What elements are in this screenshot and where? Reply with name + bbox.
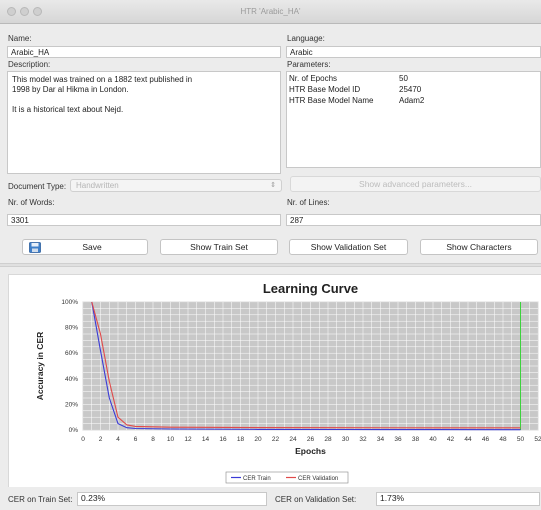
- x-tick-label: 8: [151, 436, 155, 443]
- name-label: Name:: [8, 34, 32, 43]
- x-tick-label: 20: [254, 436, 262, 443]
- x-tick-label: 44: [464, 436, 472, 443]
- cer-train-label: CER on Train Set:: [8, 495, 73, 504]
- show-validation-set-button[interactable]: Show Validation Set: [289, 239, 408, 255]
- panel-divider[interactable]: [0, 263, 541, 267]
- save-button[interactable]: Save: [22, 239, 148, 255]
- words-label: Nr. of Words:: [8, 198, 55, 207]
- x-tick-label: 28: [324, 436, 332, 443]
- y-tick-label: 100%: [61, 299, 78, 306]
- y-tick-label: 40%: [65, 376, 78, 383]
- parameters-box: Nr. of Epochs 50 HTR Base Model ID 25470 HTR…: [286, 71, 541, 168]
- cer-validation-label: CER on Validation Set:: [275, 495, 357, 504]
- parameter-key: HTR Base Model ID: [289, 85, 361, 94]
- parameter-value: 50: [399, 74, 408, 83]
- x-tick-label: 52: [534, 436, 541, 443]
- legend-label: CER Train: [243, 476, 271, 482]
- x-tick-label: 2: [99, 436, 103, 443]
- learning-curve-panel: 0 2 4 6 8 10 12 14 16 18 20 22 24 26 28 30 32 34 36 38 40 42 4…: [8, 274, 541, 487]
- x-tick-label: 36: [394, 436, 402, 443]
- window-title: HTR 'Arabic_HA': [240, 7, 301, 16]
- parameter-value: Adam2: [399, 96, 425, 105]
- x-tick-label: 0: [81, 436, 85, 443]
- x-tick-label: 34: [377, 436, 385, 443]
- x-axis-label: Epochs: [295, 446, 326, 456]
- parameter-key: HTR Base Model Name: [289, 96, 374, 105]
- parameter-value: 25470: [399, 85, 422, 94]
- x-tick-label: 46: [482, 436, 490, 443]
- up-down-chevron-icon: ⇕: [270, 182, 276, 189]
- x-tick-label: 16: [219, 436, 227, 443]
- x-tick-label: 12: [184, 436, 192, 443]
- words-field[interactable]: 3301: [7, 214, 281, 226]
- htr-model-window: HTR 'Arabic_HA' Name: Arabic_HA Descript…: [0, 0, 541, 510]
- chart-title: Learning Curve: [263, 281, 358, 296]
- description-textarea[interactable]: This model was trained on a 1882 text pu…: [7, 71, 281, 174]
- x-tick-label: 14: [202, 436, 210, 443]
- learning-curve-chart: 0 2 4 6 8 10 12 14 16 18 20 22 24 26 28 30 32 34 36 38 40 42 4…: [35, 281, 541, 484]
- lines-label: Nr. of Lines:: [287, 198, 330, 207]
- x-tick-label: 18: [237, 436, 245, 443]
- x-tick-label: 40: [429, 436, 437, 443]
- x-tick-label: 4: [116, 436, 120, 443]
- y-tick-label: 80%: [65, 325, 78, 332]
- name-field[interactable]: Arabic_HA: [7, 46, 281, 58]
- x-tick-label: 26: [307, 436, 315, 443]
- lines-field[interactable]: 287: [286, 214, 541, 226]
- y-tick-label: 0%: [69, 427, 79, 434]
- y-tick-label: 60%: [65, 350, 78, 357]
- legend-label: CER Validation: [298, 476, 338, 482]
- document-type-value: Handwritten: [76, 181, 119, 190]
- language-label: Language:: [287, 34, 325, 43]
- title-bar: HTR 'Arabic_HA': [0, 0, 541, 24]
- cer-validation-field[interactable]: 1.73%: [376, 492, 540, 506]
- description-label: Description:: [8, 60, 51, 69]
- y-tick-label: 20%: [65, 401, 78, 408]
- show-characters-button[interactable]: Show Characters: [420, 239, 538, 255]
- x-tick-label: 48: [499, 436, 507, 443]
- parameter-key: Nr. of Epochs: [289, 74, 338, 83]
- x-tick-label: 24: [289, 436, 297, 443]
- x-tick-label: 32: [359, 436, 367, 443]
- language-field[interactable]: Arabic: [286, 46, 541, 58]
- x-tick-label: 50: [517, 436, 525, 443]
- document-type-select[interactable]: Handwritten ⇕: [70, 179, 282, 192]
- cer-train-field[interactable]: 0.23%: [77, 492, 267, 506]
- x-tick-label: 30: [342, 436, 350, 443]
- x-tick-label: 38: [412, 436, 420, 443]
- save-button-label: Save: [82, 242, 102, 252]
- y-axis-label: Accuracy in CER: [35, 332, 45, 401]
- show-advanced-parameters-button[interactable]: Show advanced parameters...: [290, 176, 541, 192]
- x-tick-label: 6: [134, 436, 138, 443]
- x-tick-label: 22: [272, 436, 280, 443]
- parameters-label: Parameters:: [287, 60, 331, 69]
- x-tick-label: 42: [447, 436, 455, 443]
- floppy-disk-icon: [29, 242, 41, 253]
- document-type-label: Document Type:: [8, 182, 67, 191]
- show-train-set-button[interactable]: Show Train Set: [160, 239, 278, 255]
- x-tick-label: 10: [167, 436, 175, 443]
